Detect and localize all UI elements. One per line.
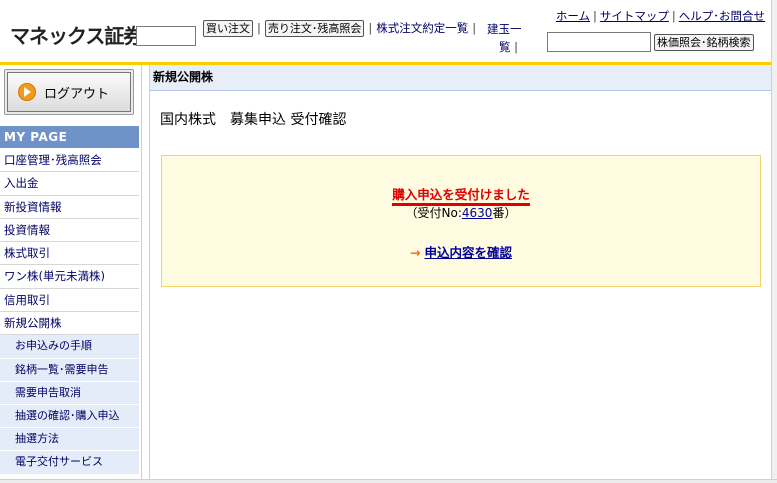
- home-link[interactable]: ホーム: [556, 9, 590, 23]
- sidebar-subitem-lottery-check[interactable]: 抽選の確認･購入申込: [0, 404, 139, 429]
- sidebar-item-ipo[interactable]: 新規公開株: [0, 312, 139, 336]
- sidebar: ログアウト MY PAGE 口座管理･残高照会 入出金 新投資情報 投資情報 株…: [0, 65, 142, 483]
- stock-search-button[interactable]: 株価照会･銘柄検索: [654, 34, 754, 51]
- sidebar-subitem-e-delivery[interactable]: 電子交付サービス: [0, 451, 139, 475]
- main-content: 新規公開株 国内株式 募集申込 受付確認 購入申込を受付けました （受付No:4…: [149, 65, 772, 483]
- receipt-number: （受付No:4630番）: [162, 204, 760, 221]
- logout-button[interactable]: ログアウト: [7, 72, 131, 112]
- sidebar-item-margin[interactable]: 信用取引: [0, 288, 139, 313]
- help-link[interactable]: ヘルプ･お問合せ: [679, 9, 765, 23]
- top-header: マネックス証券 買い注文 | 売り注文･残高照会 | 株式注文約定一覧 | 建玉一 覧 |…: [0, 0, 777, 62]
- confirmation-title: 購入申込を受付けました: [162, 184, 760, 206]
- sidebar-subitem-cancel[interactable]: 需要申告取消: [0, 381, 139, 405]
- confirm-row: → 申込内容を確認: [162, 242, 760, 261]
- sidebar-item-account[interactable]: 口座管理･残高照会: [0, 149, 139, 173]
- confirmation-box: 購入申込を受付けました （受付No:4630番） → 申込内容を確認: [161, 155, 761, 287]
- window-bottom-edge: [0, 479, 777, 483]
- mypage-heading: MY PAGE: [0, 126, 139, 148]
- arrow-right-icon: [18, 83, 36, 101]
- sidebar-item-investment-info[interactable]: 投資情報: [0, 218, 139, 243]
- sidebar-menu: 口座管理･残高照会 入出金 新投資情報 投資情報 株式取引 ワン株(単元未満株)…: [0, 149, 139, 475]
- monex-logo[interactable]: マネックス証券: [10, 20, 143, 49]
- sidebar-item-new-investment-info[interactable]: 新投資情報: [0, 195, 139, 219]
- window-right-edge: [771, 0, 777, 483]
- quick-code-input[interactable]: [136, 26, 196, 46]
- sidebar-item-stock-trading[interactable]: 株式取引: [0, 242, 139, 266]
- main-nav: 買い注文 | 売り注文･残高照会 | 株式注文約定一覧 |: [203, 20, 480, 60]
- positions-link[interactable]: 建玉一 覧 |: [487, 20, 523, 56]
- sitemap-link[interactable]: サイトマップ: [600, 9, 669, 23]
- page-title: 国内株式 募集申込 受付確認: [160, 112, 347, 128]
- sidebar-subitem-lottery-method[interactable]: 抽選方法: [0, 428, 139, 452]
- sell-order-button[interactable]: 売り注文･残高照会: [264, 20, 365, 37]
- arrow-right-icon: →: [410, 245, 421, 260]
- top-links: ホーム | サイトマップ | ヘルプ･お問合せ: [555, 9, 765, 23]
- stock-search-input[interactable]: [547, 32, 651, 52]
- view-application-link[interactable]: 申込内容を確認: [424, 245, 512, 260]
- logout-label: ログアウト: [44, 86, 110, 102]
- receipt-suffix: 番）: [492, 206, 517, 220]
- sidebar-item-one-kabu[interactable]: ワン株(単元未満株): [0, 265, 139, 289]
- buy-order-button[interactable]: 買い注文: [203, 20, 253, 37]
- positions-link-line2[interactable]: 覧: [499, 40, 511, 54]
- sidebar-subitem-list[interactable]: 銘柄一覧･需要申告: [0, 358, 139, 382]
- receipt-number-link[interactable]: 4630: [462, 206, 493, 220]
- positions-link-line1[interactable]: 建玉一: [487, 20, 523, 38]
- receipt-prefix: （受付No:: [405, 206, 462, 220]
- section-header: 新規公開株: [150, 65, 772, 91]
- sidebar-subitem-procedure[interactable]: お申込みの手順: [0, 335, 139, 359]
- sidebar-item-deposit[interactable]: 入出金: [0, 172, 139, 196]
- logout-wrapper: ログアウト: [4, 69, 134, 115]
- order-list-link[interactable]: 株式注文約定一覧: [376, 21, 468, 35]
